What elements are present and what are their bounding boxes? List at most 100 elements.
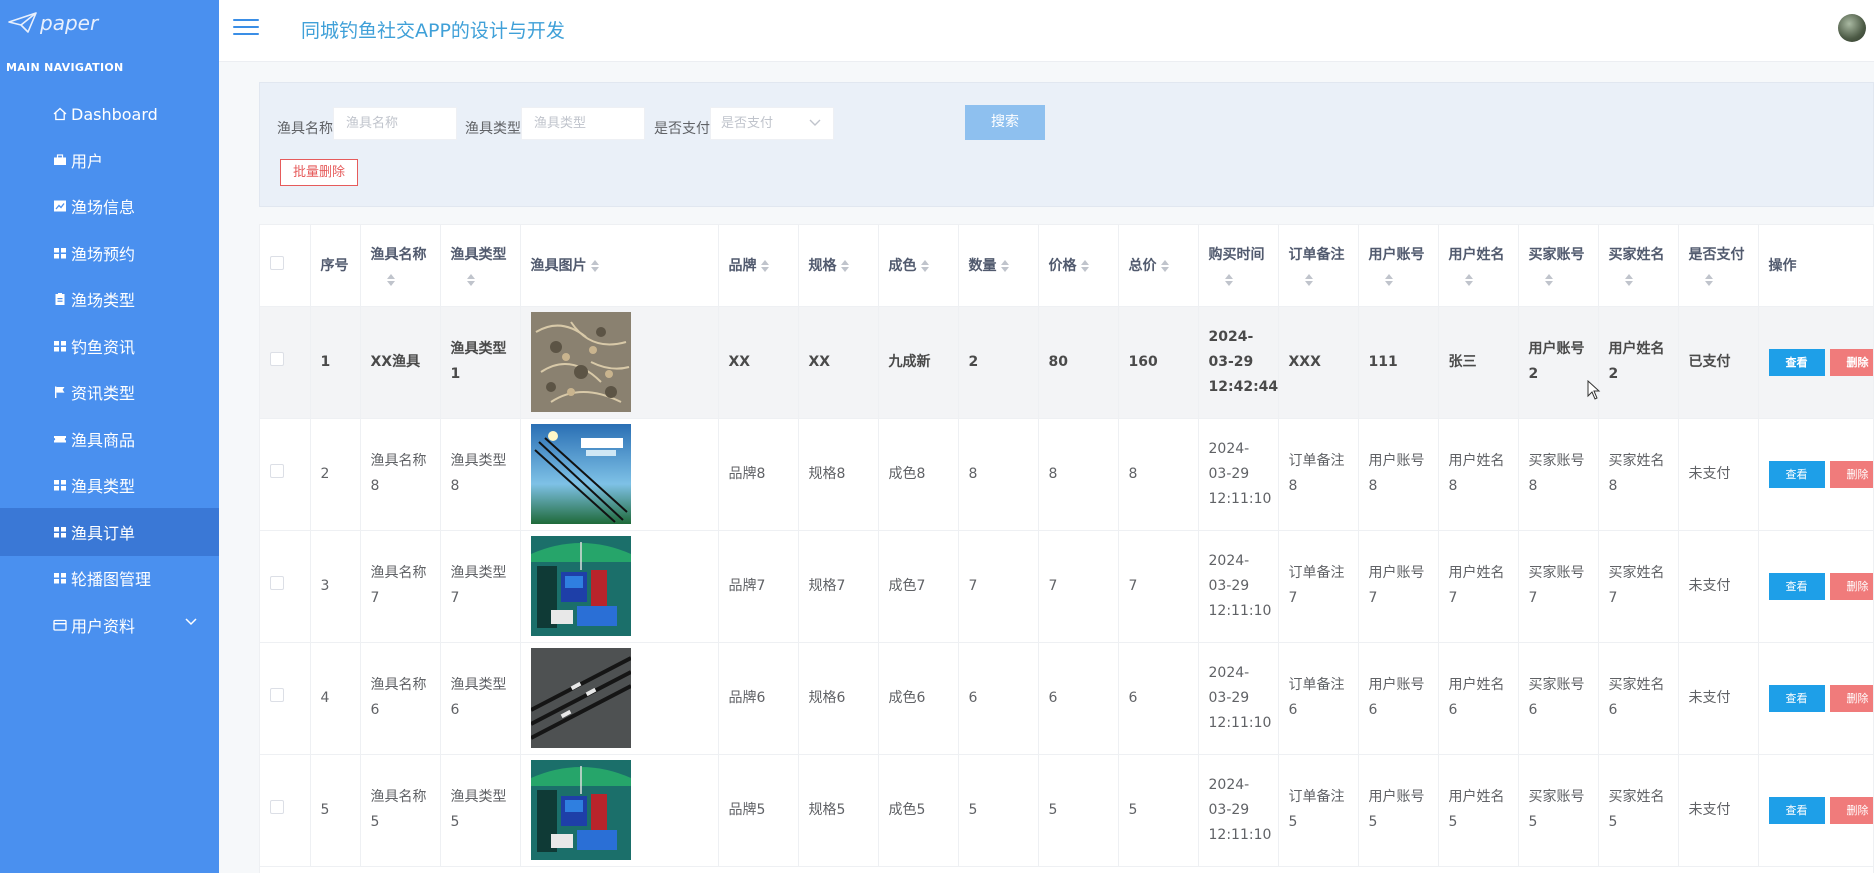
column-header-16[interactable]: 买家姓名 (1598, 225, 1679, 307)
column-header-15[interactable]: 买家账号 (1518, 225, 1599, 307)
sidebar-item-3[interactable]: 渔场信息 (0, 182, 219, 230)
sidebar-item-11[interactable]: 轮播图管理 (0, 554, 219, 602)
search-button[interactable]: 搜索 (965, 105, 1045, 140)
column-header-label: 渔具类型 (450, 247, 507, 264)
column-header-7[interactable]: 成色 (878, 225, 959, 307)
sort-icon[interactable] (1544, 274, 1553, 287)
gear-image-cell (520, 754, 719, 867)
column-header-17[interactable]: 是否支付 (1678, 225, 1759, 307)
table-row[interactable]: 3 渔具名称7 渔具类型7 品牌7 规格7 成色7 7 7 7 2024-03-29 12:11:… (260, 530, 1873, 643)
row-checkbox[interactable] (270, 463, 284, 478)
sort-icon[interactable] (1624, 274, 1633, 287)
view-button[interactable]: 查看 (1768, 684, 1825, 712)
sort-icon[interactable] (760, 260, 769, 273)
cell-total: 160 (1118, 306, 1199, 419)
table-row[interactable]: 5 渔具名称5 渔具类型5 品牌5 规格5 成色5 5 5 5 2024-03-29 12:11:… (260, 754, 1873, 867)
sort-icon[interactable] (386, 274, 395, 287)
sidebar-item-7[interactable]: 资讯类型 (0, 368, 219, 416)
table-row[interactable]: 2 渔具名称8 渔具类型8 品牌8 规格8 成色8 8 8 8 2024-03-29 12:11:… (260, 418, 1873, 531)
view-button[interactable]: 查看 (1768, 796, 1825, 824)
column-header-6[interactable]: 规格 (798, 225, 879, 307)
cell-time: 2024-03-29 12:11:10 (1198, 642, 1279, 755)
select-all-checkbox[interactable] (270, 256, 284, 271)
delete-button[interactable]: 删除 (1829, 572, 1873, 600)
sidebar-item-10[interactable]: 渔具订单 (0, 508, 253, 556)
view-button[interactable]: 查看 (1768, 348, 1825, 376)
orders-table: 序号 渔具名称 渔具类型 渔具图片 品牌 规格 成色 数量 价格 总价 购买时间 订单备注 用户账号 用户… (259, 224, 1874, 873)
sidebar-item-4[interactable]: 渔场预约 (0, 229, 219, 277)
cell-buyer-name: 买家姓名8 (1598, 418, 1679, 531)
cell-price: 8 (1038, 418, 1119, 531)
delete-button[interactable]: 删除 (1829, 348, 1873, 376)
cell-name: 渔具名称5 (360, 754, 441, 867)
sidebar-item-label: 渔具商品 (71, 431, 136, 450)
delete-button[interactable]: 删除 (1829, 684, 1873, 712)
cell-note: XXX (1278, 306, 1359, 419)
gear-image[interactable] (530, 760, 708, 860)
card-icon (53, 618, 67, 632)
sort-icon[interactable] (840, 260, 849, 273)
sort-icon[interactable] (590, 260, 599, 273)
column-header-4[interactable]: 渔具图片 (520, 225, 719, 307)
gear-image[interactable] (530, 648, 708, 748)
gear-image[interactable] (530, 536, 708, 636)
avatar[interactable] (1838, 14, 1866, 42)
sort-icon[interactable] (1304, 274, 1313, 287)
column-header-8[interactable]: 数量 (958, 225, 1039, 307)
fishing-gear-type-input[interactable] (521, 107, 645, 140)
delete-button[interactable]: 删除 (1829, 796, 1873, 824)
sort-icon[interactable] (1160, 260, 1169, 273)
cell-buyer-account: 买家账号7 (1518, 530, 1599, 643)
sidebar-item-8[interactable]: 渔具商品 (0, 415, 219, 463)
fishing-gear-name-input[interactable] (333, 107, 457, 140)
column-header-11[interactable]: 购买时间 (1198, 225, 1279, 307)
table-row[interactable]: 1 XX渔具 渔具类型1 XX XX 九成新 2 80 160 2024-03-29 12:42:… (260, 306, 1873, 419)
chevron-down-icon[interactable] (185, 618, 197, 626)
sidebar-item-9[interactable]: 渔具类型 (0, 461, 219, 509)
menu-toggle-icon[interactable] (233, 17, 259, 37)
gear-image[interactable] (530, 312, 708, 412)
sort-icon[interactable] (1000, 260, 1009, 273)
sort-icon[interactable] (1080, 260, 1089, 273)
view-button[interactable]: 查看 (1768, 460, 1825, 488)
column-header-9[interactable]: 价格 (1038, 225, 1119, 307)
paid-status-select[interactable]: 是否支付 (710, 107, 834, 140)
sidebar-item-5[interactable]: 渔场类型 (0, 275, 219, 323)
column-header-10[interactable]: 总价 (1118, 225, 1199, 307)
sort-icon[interactable] (1224, 274, 1233, 287)
batch-delete-button[interactable]: 批量删除 (280, 159, 358, 186)
sort-icon[interactable] (1384, 274, 1393, 287)
row-checkbox[interactable] (270, 687, 284, 702)
grid-icon (53, 525, 67, 539)
gear-image-cell (520, 530, 719, 643)
column-header-5[interactable]: 品牌 (718, 225, 799, 307)
column-header-13[interactable]: 用户账号 (1358, 225, 1439, 307)
cell-note: 订单备注8 (1278, 418, 1359, 531)
column-header-12[interactable]: 订单备注 (1278, 225, 1359, 307)
sidebar-item-6[interactable]: 钓鱼资讯 (0, 322, 219, 370)
table-row[interactable]: 4 渔具名称6 渔具类型6 品牌6 规格6 成色6 6 6 6 2024-03-29 12:11:… (260, 642, 1873, 755)
sidebar-item-label: Dashboard (71, 104, 158, 124)
row-checkbox[interactable] (270, 575, 284, 590)
chart-icon (53, 199, 67, 213)
view-button[interactable]: 查看 (1768, 572, 1825, 600)
cell-time: 2024-03-29 12:11:10 (1198, 530, 1279, 643)
sidebar-item-2[interactable]: 用户 (0, 136, 219, 184)
row-checkbox[interactable] (270, 351, 284, 366)
top-header: 同城钓鱼社交APP的设计与开发 (219, 0, 1874, 62)
sidebar-item-1[interactable]: Dashboard (0, 90, 219, 138)
sort-icon[interactable] (1704, 274, 1713, 287)
column-header-label: 用户姓名 (1448, 247, 1505, 264)
column-header-3[interactable]: 渔具类型 (440, 225, 521, 307)
cell-no: 5 (310, 754, 361, 867)
sort-icon[interactable] (466, 274, 475, 287)
gear-image[interactable] (530, 424, 708, 524)
sidebar-item-12[interactable]: 用户资料 (0, 601, 219, 649)
column-header-14[interactable]: 用户姓名 (1438, 225, 1519, 307)
row-checkbox[interactable] (270, 799, 284, 814)
column-header-2[interactable]: 渔具名称 (360, 225, 441, 307)
sort-icon[interactable] (1464, 274, 1473, 287)
delete-button[interactable]: 删除 (1829, 460, 1873, 488)
grid-icon (53, 571, 67, 585)
sort-icon[interactable] (920, 260, 929, 273)
